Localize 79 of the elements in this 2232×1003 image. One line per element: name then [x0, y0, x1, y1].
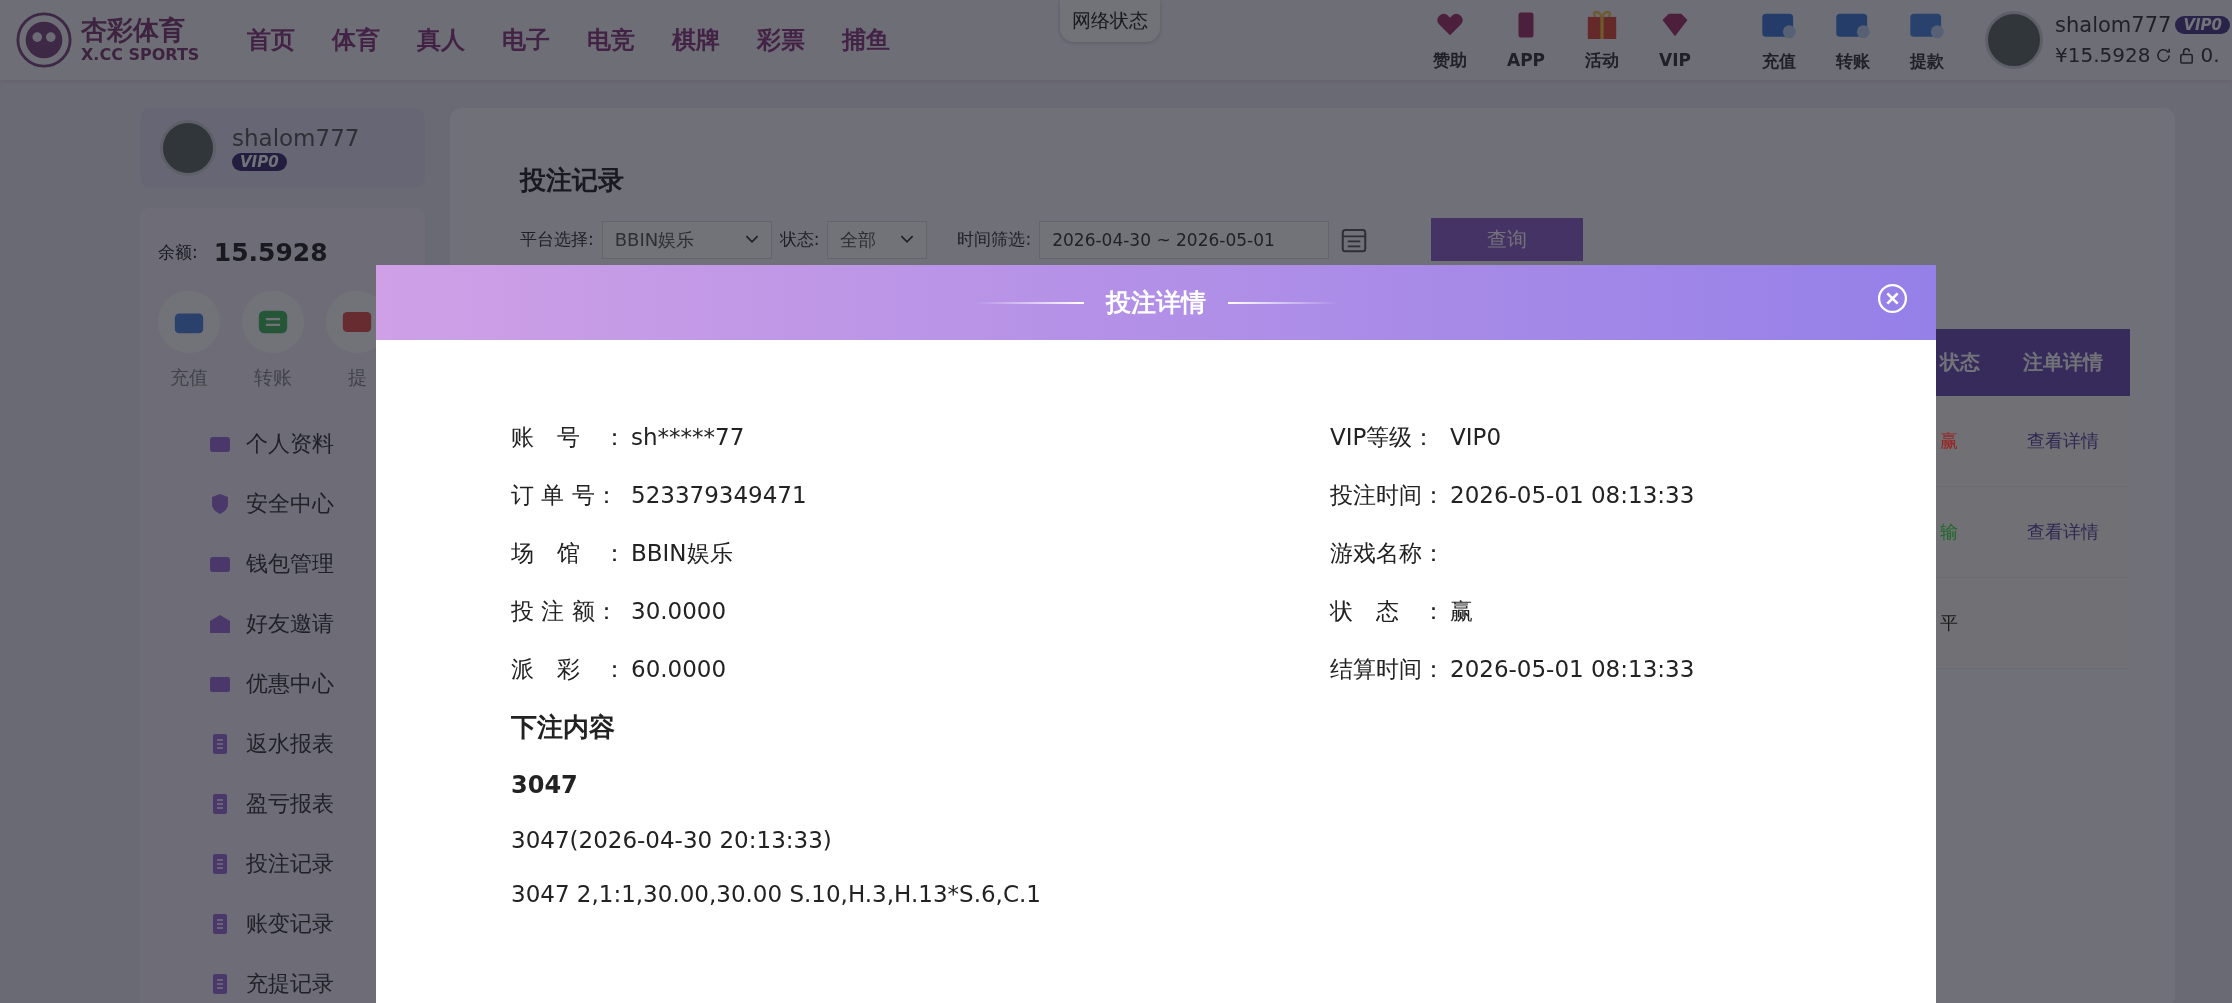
- sidebar-menu-item[interactable]: 安全中心: [208, 486, 407, 521]
- status-text: 平: [1939, 611, 1959, 635]
- field-label: 订 单 号：: [511, 480, 619, 510]
- nav-link[interactable]: 彩票: [757, 24, 806, 56]
- quick-link[interactable]: 赞助: [1433, 8, 1467, 72]
- filter-label: 状态:: [779, 228, 820, 251]
- field-label: 游戏名称：: [1330, 538, 1446, 568]
- field-label: 派 彩 ：: [511, 654, 627, 684]
- network-status-badge[interactable]: 网络状态: [1060, 0, 1161, 42]
- date-range-field[interactable]: 2026-04-30 ~ 2026-05-01: [1039, 220, 1330, 259]
- platform-select[interactable]: BBIN娱乐: [601, 220, 772, 259]
- section-title: 下注内容: [511, 711, 616, 744]
- sidebar-menu-item[interactable]: 优惠中心: [208, 666, 407, 701]
- sidebar-menu-item[interactable]: 盈亏报表: [208, 786, 407, 821]
- nav-link[interactable]: 首页: [247, 24, 296, 56]
- nav-link[interactable]: 电竞: [587, 24, 636, 56]
- field-label: 账 号 ：: [511, 422, 627, 452]
- balance-label: 余额:: [158, 241, 198, 264]
- sidebar-menu-item[interactable]: 投注记录: [208, 846, 407, 881]
- quick-link[interactable]: VIP: [1659, 10, 1692, 70]
- field-label: VIP等级：: [1330, 422, 1437, 452]
- status-select[interactable]: 全部: [827, 220, 928, 259]
- filter-label: 平台选择:: [520, 228, 594, 251]
- field-label: 投 注 额：: [511, 596, 619, 626]
- balance-amount: 15.5928: [213, 238, 328, 267]
- balance-amount: 0.: [2200, 43, 2220, 67]
- status-text: 赢: [1939, 429, 1959, 453]
- field-label: 状 态 ：: [1330, 596, 1446, 626]
- vip-badge: VIP0: [2175, 16, 2230, 34]
- nav-link[interactable]: 真人: [417, 24, 466, 56]
- field-value: 2026-05-01 08:13:33: [1450, 656, 1695, 682]
- sidebar-menu-item[interactable]: 个人资料: [208, 426, 407, 461]
- logo-title: 杏彩体育: [81, 16, 186, 45]
- username: shalom777: [232, 125, 360, 151]
- field-label: 投注时间：: [1330, 480, 1446, 510]
- sidebar-menu-item[interactable]: 好友邀请: [208, 606, 407, 641]
- view-details-link[interactable]: 查看详情: [1996, 520, 2130, 544]
- bet-content-title: 3047: [511, 771, 579, 799]
- bet-content-line: 3047 2,1:1,30.00,30.00 S.10,H.3,H.13*S.6,C.1: [511, 881, 1042, 907]
- chevron-down-icon: [744, 235, 759, 244]
- bet-content-line: 3047(2026-04-30 20:13:33): [511, 827, 833, 853]
- column-header: 状态: [1938, 349, 1981, 376]
- gift-icon: [1587, 8, 1618, 39]
- field-value: BBIN娱乐: [631, 538, 733, 568]
- vip-badge: VIP0: [232, 153, 287, 171]
- nav-link[interactable]: 捕鱼: [842, 24, 891, 56]
- nav-link[interactable]: 棋牌: [672, 24, 721, 56]
- column-header: 注单详情: [2022, 349, 2104, 376]
- nav-link[interactable]: 体育: [332, 24, 381, 56]
- wallet-link[interactable]: 提款: [1909, 7, 1946, 73]
- user-avatar: [160, 120, 216, 176]
- filter-label: 时间筛选:: [957, 228, 1032, 251]
- field-value: 2026-05-01 08:13:33: [1450, 482, 1695, 508]
- username: shalom777: [2055, 13, 2172, 37]
- quick-link[interactable]: APP: [1507, 10, 1546, 70]
- field-label: 场 馆 ：: [511, 538, 627, 568]
- field-value: 60.0000: [631, 656, 727, 682]
- sidebar-menu-item[interactable]: 钱包管理: [208, 546, 407, 581]
- sidebar-menu-item[interactable]: 充提记录: [208, 966, 407, 1001]
- quick-link[interactable]: 活动: [1585, 8, 1620, 72]
- sidebar-menu-item[interactable]: 账变记录: [208, 906, 407, 941]
- logo-subtitle: X.CC SPORTS: [81, 44, 200, 64]
- nav-link[interactable]: 电子: [502, 24, 551, 56]
- field-value: 523379349471: [631, 482, 807, 508]
- wallet-link[interactable]: 转账: [1835, 7, 1872, 73]
- sidebar-menu-item[interactable]: 返水报表: [208, 726, 407, 761]
- close-icon[interactable]: [1877, 283, 1908, 314]
- wallet-link[interactable]: 充值: [1761, 7, 1798, 73]
- field-value: sh*****77: [631, 424, 745, 450]
- balance-amount: ¥15.5928: [2055, 43, 2151, 67]
- view-details-link[interactable]: 查看详情: [1996, 429, 2130, 453]
- field-value: 30.0000: [631, 598, 727, 624]
- dialog-title: 投注详情: [1106, 287, 1206, 319]
- page-title: 投注记录: [520, 164, 625, 197]
- field-value: 赢: [1450, 596, 1473, 626]
- status-text: 输: [1939, 520, 1959, 544]
- field-value: VIP0: [1450, 424, 1502, 450]
- field-label: 结算时间：: [1330, 654, 1446, 684]
- chevron-down-icon: [900, 235, 915, 244]
